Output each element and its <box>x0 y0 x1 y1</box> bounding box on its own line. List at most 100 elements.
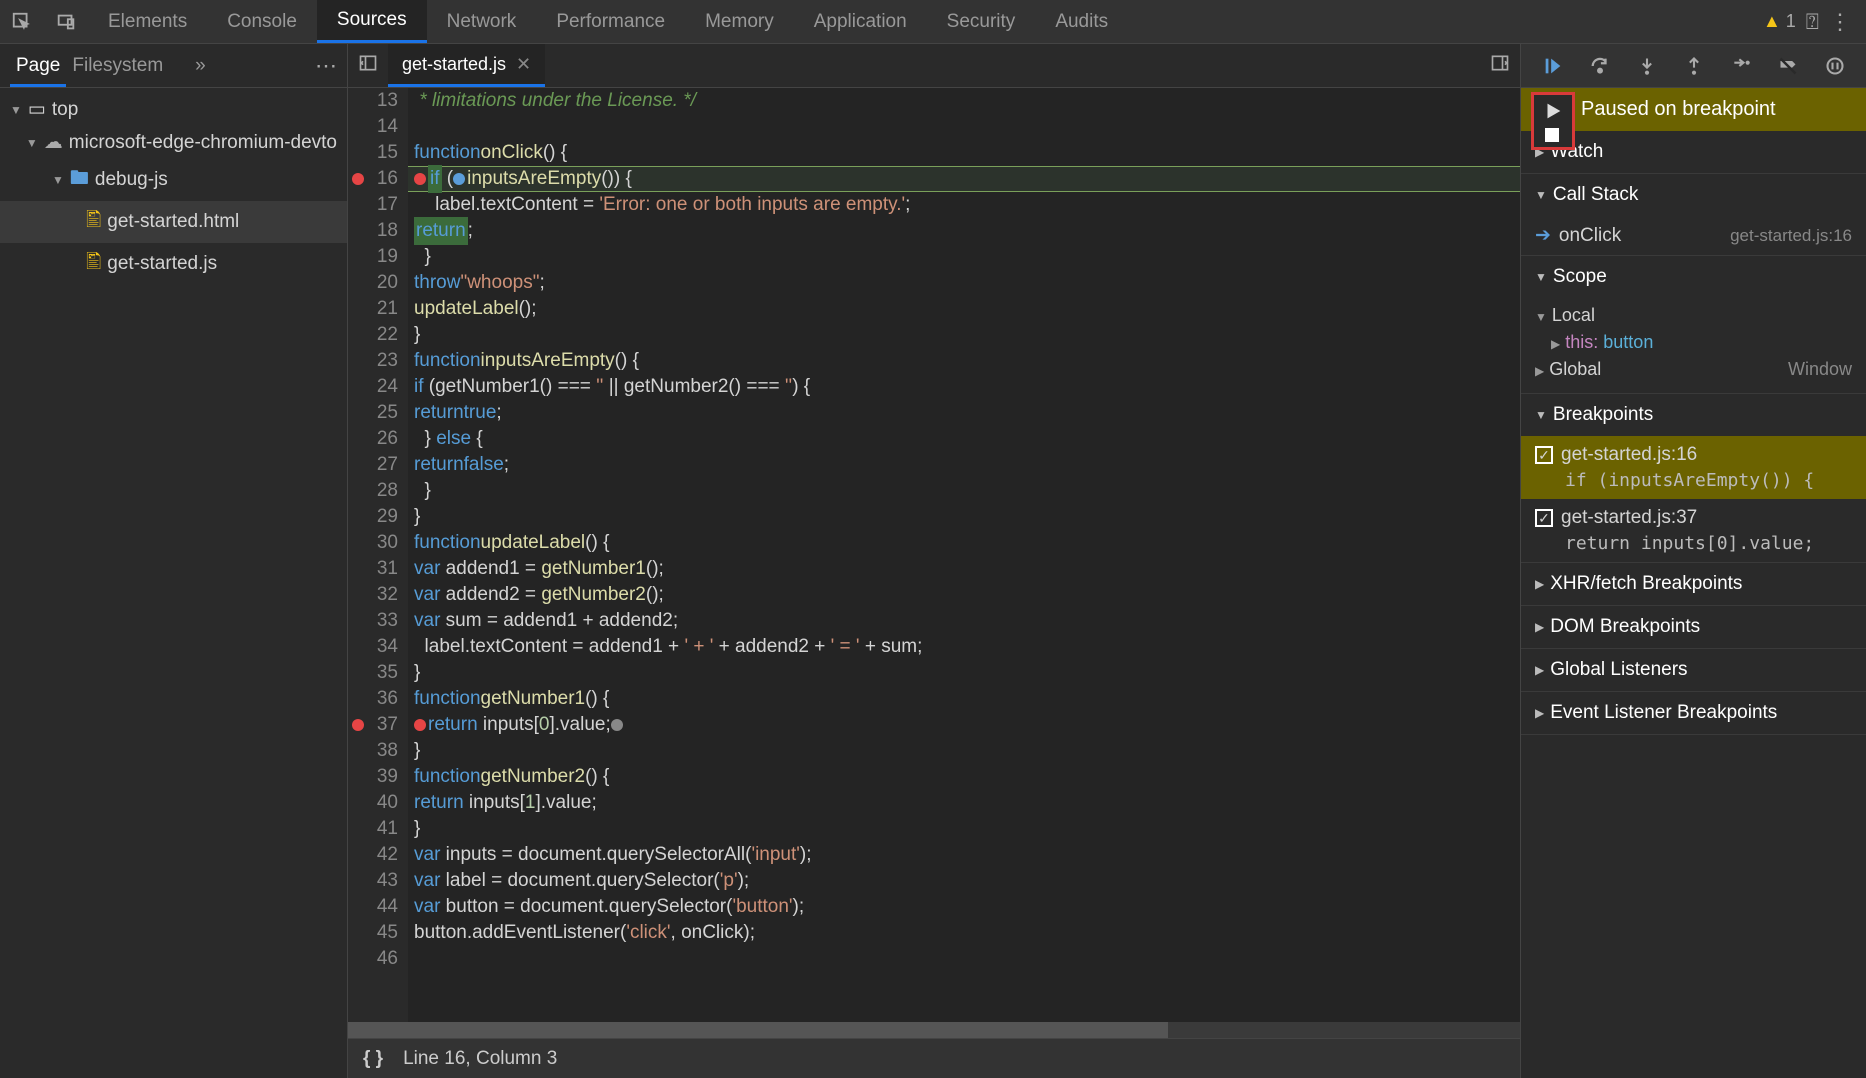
tab-network[interactable]: Network <box>427 0 537 43</box>
more-tabs-icon[interactable]: » <box>189 47 212 85</box>
code-line[interactable]: } <box>408 660 1520 686</box>
gutter-line[interactable]: 32 <box>348 582 408 608</box>
code-line[interactable]: var addend2 = getNumber2(); <box>408 582 1520 608</box>
toggle-debugger-icon[interactable] <box>1480 53 1520 78</box>
code-line[interactable]: function getNumber2() { <box>408 764 1520 790</box>
breakpoint-item[interactable]: ✓get-started.js:37return inputs[0].value… <box>1521 499 1866 562</box>
code-line[interactable]: function getNumber1() { <box>408 686 1520 712</box>
code-line[interactable]: updateLabel(); <box>408 296 1520 322</box>
gutter-line[interactable]: 33 <box>348 608 408 634</box>
breakpoint-checkbox[interactable]: ✓ <box>1535 509 1553 527</box>
step-over-button[interactable] <box>1584 55 1616 77</box>
file-tab-get-started-js[interactable]: get-started.js ✕ <box>388 44 545 87</box>
code-line[interactable]: button.addEventListener('click', onClick… <box>408 920 1520 946</box>
pause-on-exceptions-button[interactable] <box>1819 56 1851 76</box>
gutter-line[interactable]: 21 <box>348 296 408 322</box>
gutter-line[interactable]: 23 <box>348 348 408 374</box>
gutter-line[interactable]: 38 <box>348 738 408 764</box>
code-line[interactable]: return inputs[0].value; <box>408 712 1520 738</box>
tree-file[interactable]: 🖺get-started.js <box>0 243 347 285</box>
step-button[interactable] <box>1725 56 1757 76</box>
gutter-line[interactable]: 14 <box>348 114 408 140</box>
tree-file[interactable]: 🖺get-started.html <box>0 201 347 243</box>
deactivate-breakpoints-button[interactable] <box>1772 56 1804 76</box>
tab-elements[interactable]: Elements <box>88 0 207 43</box>
gutter-line[interactable]: 30 <box>348 530 408 556</box>
navigator-menu-icon[interactable]: ⋯ <box>315 53 337 79</box>
gutter-line[interactable]: 44 <box>348 894 408 920</box>
code-line[interactable]: } <box>408 504 1520 530</box>
gutter-line[interactable]: 42 <box>348 842 408 868</box>
gutter-line[interactable]: 43 <box>348 868 408 894</box>
pretty-print-icon[interactable]: { } <box>363 1048 383 1070</box>
code-line[interactable]: return; <box>408 218 1520 244</box>
code-line[interactable]: } <box>408 478 1520 504</box>
warnings-badge[interactable]: ▲ 1 <box>1763 11 1796 32</box>
code-line[interactable]: return false; <box>408 452 1520 478</box>
gutter-line[interactable]: 19 <box>348 244 408 270</box>
gutter-line[interactable]: 31 <box>348 556 408 582</box>
gutter-line[interactable]: 39 <box>348 764 408 790</box>
code-line[interactable]: label.textContent = addend1 + ' + ' + ad… <box>408 634 1520 660</box>
inspect-element-icon[interactable] <box>0 0 44 44</box>
gutter-line[interactable]: 26 <box>348 426 408 452</box>
code-line[interactable]: } <box>408 738 1520 764</box>
tab-audits[interactable]: Audits <box>1035 0 1128 43</box>
code-line[interactable]: function inputsAreEmpty() { <box>408 348 1520 374</box>
toggle-navigator-icon[interactable] <box>348 53 388 78</box>
tree-item-top[interactable]: ▼▭top <box>0 93 347 126</box>
code-line[interactable] <box>408 946 1520 972</box>
code-line[interactable]: throw "whoops"; <box>408 270 1520 296</box>
resume-stop-icon[interactable] <box>1545 128 1559 142</box>
code-line[interactable]: } <box>408 816 1520 842</box>
more-menu-icon[interactable]: ⋮ <box>1829 9 1851 35</box>
step-into-button[interactable] <box>1631 56 1663 76</box>
gutter-line[interactable]: 40 <box>348 790 408 816</box>
tree-item-domain[interactable]: ▼ ☁microsoft-edge-chromium-devto <box>0 126 347 159</box>
breakpoint-checkbox[interactable]: ✓ <box>1535 446 1553 464</box>
tab-sources[interactable]: Sources <box>317 0 427 43</box>
debugger-section-header[interactable]: ▶DOM Breakpoints <box>1521 606 1866 648</box>
gutter-line[interactable]: 24 <box>348 374 408 400</box>
gutter-line[interactable]: 16 <box>348 166 408 192</box>
resume-play-icon[interactable] <box>1539 100 1567 122</box>
gutter-line[interactable]: 29 <box>348 504 408 530</box>
breakpoint-item[interactable]: ✓get-started.js:16if (inputsAreEmpty()) … <box>1521 436 1866 499</box>
scope-section-header[interactable]: ▼Scope <box>1521 256 1866 298</box>
callstack-section-header[interactable]: ▼Call Stack <box>1521 174 1866 216</box>
code-line[interactable]: var addend1 = getNumber1(); <box>408 556 1520 582</box>
tab-security[interactable]: Security <box>927 0 1036 43</box>
navigator-tab-page[interactable]: Page <box>10 47 66 87</box>
code-line[interactable]: var sum = addend1 + addend2; <box>408 608 1520 634</box>
gutter-line[interactable]: 17 <box>348 192 408 218</box>
gutter-line[interactable]: 34 <box>348 634 408 660</box>
gutter-line[interactable]: 22 <box>348 322 408 348</box>
tab-console[interactable]: Console <box>207 0 317 43</box>
callstack-frame[interactable]: ➔onClickget-started.js:16 <box>1521 216 1866 255</box>
code-line[interactable]: var inputs = document.querySelectorAll('… <box>408 842 1520 868</box>
gutter-line[interactable]: 35 <box>348 660 408 686</box>
tab-memory[interactable]: Memory <box>685 0 794 43</box>
tab-performance[interactable]: Performance <box>536 0 685 43</box>
close-tab-icon[interactable]: ✕ <box>516 54 531 75</box>
code-line[interactable]: if (inputsAreEmpty()) { <box>408 166 1520 192</box>
debugger-section-header[interactable]: ▶Event Listener Breakpoints <box>1521 692 1866 734</box>
resume-button[interactable] <box>1537 55 1569 77</box>
gutter-line[interactable]: 41 <box>348 816 408 842</box>
step-out-button[interactable] <box>1678 56 1710 76</box>
navigator-tab-filesystem[interactable]: Filesystem <box>66 47 169 84</box>
gutter-line[interactable]: 25 <box>348 400 408 426</box>
horizontal-scrollbar[interactable] <box>348 1022 1520 1038</box>
device-toggle-icon[interactable] <box>44 0 88 44</box>
gutter-line[interactable]: 20 <box>348 270 408 296</box>
gutter-line[interactable]: 45 <box>348 920 408 946</box>
tree-item-folder[interactable]: ▼ 🖿debug-js <box>0 159 347 201</box>
code-line[interactable]: if (getNumber1() === '' || getNumber2() … <box>408 374 1520 400</box>
code-line[interactable]: function onClick() { <box>408 140 1520 166</box>
gutter-line[interactable]: 46 <box>348 946 408 972</box>
gutter-line[interactable]: 37 <box>348 712 408 738</box>
gutter-line[interactable]: 15 <box>348 140 408 166</box>
debugger-section-header[interactable]: ▶XHR/fetch Breakpoints <box>1521 563 1866 605</box>
gutter-line[interactable]: 13 <box>348 88 408 114</box>
code-line[interactable]: label.textContent = 'Error: one or both … <box>408 192 1520 218</box>
